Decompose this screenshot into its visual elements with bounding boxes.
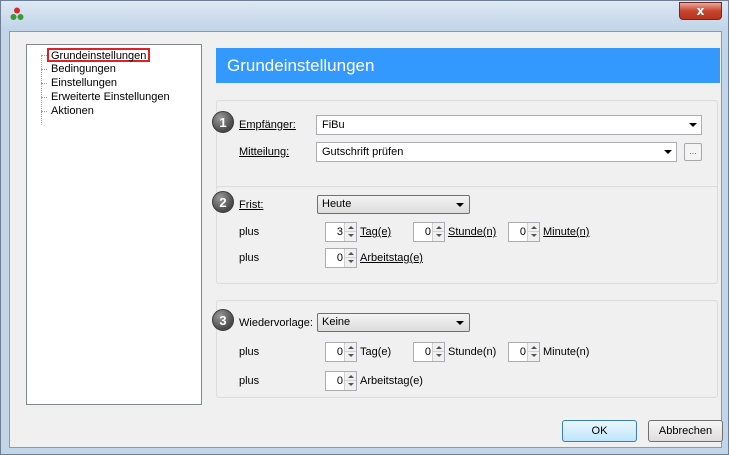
recipient-group: 1 Empfänger: FiBu Mitteilung: Gutschrift… [212,100,718,190]
plus-label: plus [239,375,260,387]
stepper-up-icon[interactable] [344,249,356,258]
stepper-value: 0 [336,375,343,387]
stepper-value: 0 [336,252,343,264]
frist-minutes-stepper[interactable]: 0 [508,222,540,242]
frist-workdays-stepper[interactable]: 0 [325,248,357,268]
empfaenger-select[interactable]: FiBu [316,115,702,135]
stunde-label: Stunde(n) [448,226,497,238]
stepper-up-icon[interactable] [527,223,539,232]
stepper-down-icon[interactable] [344,232,356,241]
mitteilung-label: Mitteilung: [239,146,290,158]
minute-label: Minute(n) [543,226,590,238]
chevron-down-icon [456,321,464,325]
tree-item-grundeinstellungen[interactable]: Grundeinstellungen [47,48,151,62]
stepper-value: 0 [519,346,526,358]
frist-select[interactable]: Heute [317,195,470,214]
stepper-down-icon[interactable] [344,258,356,267]
stepper-down-icon[interactable] [527,232,539,241]
mitteilung-select[interactable]: Gutschrift prüfen [316,142,677,162]
arbeitstag-label: Arbeitstag(e) [360,252,423,264]
step-badge-2: 2 [212,191,234,213]
chevron-down-icon [456,203,464,207]
stepper-value: 0 [519,226,526,238]
chevron-down-icon [689,123,697,127]
cancel-button[interactable]: Abbrechen [648,420,723,442]
tree-item-erweiterte-einstellungen[interactable]: Erweiterte Einstellungen [48,90,173,104]
tree-connector-line [41,55,42,125]
step-badge-3: 3 [212,309,234,331]
stepper-down-icon[interactable] [432,232,444,241]
stepper-up-icon[interactable] [344,343,356,352]
mitteilung-browse-button[interactable]: ... [684,143,702,161]
wv-minutes-stepper[interactable]: 0 [508,342,540,362]
tree-connector-line [41,111,47,112]
stepper-value: 3 [336,226,343,238]
tag-label: Tag(e) [360,346,392,358]
title-bar[interactable]: x [1,1,728,27]
stepper-value: 0 [424,226,431,238]
close-button[interactable]: x [679,2,722,20]
plus-label: plus [239,346,260,358]
wiedervorlage-value: Keine [322,316,351,328]
wv-hours-stepper[interactable]: 0 [413,342,445,362]
stepper-up-icon[interactable] [432,223,444,232]
plus-label: plus [239,252,260,264]
tree-connector-line [41,69,47,70]
plus-label: plus [239,226,260,238]
empfaenger-label: Empfänger: [239,119,296,131]
stepper-down-icon[interactable] [432,352,444,361]
dialog-client-area: Grundeinstellungen Bedingungen Einstellu… [9,31,723,448]
tree-item-aktionen[interactable]: Aktionen [48,104,97,118]
settings-tree[interactable]: Grundeinstellungen Bedingungen Einstellu… [26,44,202,405]
close-icon: x [696,4,705,18]
ok-button[interactable]: OK [562,420,637,442]
stepper-up-icon[interactable] [344,223,356,232]
wv-days-stepper[interactable]: 0 [325,342,357,362]
tree-item-einstellungen[interactable]: Einstellungen [48,76,120,90]
arbeitstag-label: Arbeitstag(e) [360,375,423,387]
stepper-down-icon[interactable] [344,381,356,390]
tag-label: Tag(e) [360,226,392,238]
stepper-up-icon[interactable] [527,343,539,352]
wiedervorlage-select[interactable]: Keine [317,313,470,332]
stepper-value: 0 [336,346,343,358]
tree-item-bedingungen[interactable]: Bedingungen [48,62,119,76]
mitteilung-value: Gutschrift prüfen [322,146,404,158]
wiedervorlage-label: Wiedervorlage: [239,317,313,329]
frist-value: Heute [322,198,352,210]
step-badge-1: 1 [212,111,234,133]
frist-hours-stepper[interactable]: 0 [413,222,445,242]
chevron-down-icon [664,150,672,154]
stepper-down-icon[interactable] [344,352,356,361]
stepper-down-icon[interactable] [527,352,539,361]
app-icon [10,7,24,20]
empfaenger-value: FiBu [322,119,345,131]
deadline-group: 2 Frist: Heute plus 3 Tag(e) 0 Stunde(n)… [212,186,718,284]
dialog-window: x Grundeinstellungen Bedingungen Einstel… [0,0,729,455]
stunde-label: Stunde(n) [448,346,497,358]
page-title: Grundeinstellungen [216,48,720,83]
stepper-value: 0 [424,346,431,358]
frist-label: Frist: [239,199,264,211]
wv-workdays-stepper[interactable]: 0 [325,371,357,391]
stepper-up-icon[interactable] [432,343,444,352]
resubmission-group: 3 Wiedervorlage: Keine plus 0 Tag(e) 0 S… [212,300,718,398]
tree-connector-line [41,83,47,84]
stepper-up-icon[interactable] [344,372,356,381]
frist-days-stepper[interactable]: 3 [325,222,357,242]
minute-label: Minute(n) [543,346,590,358]
tree-connector-line [41,97,47,98]
